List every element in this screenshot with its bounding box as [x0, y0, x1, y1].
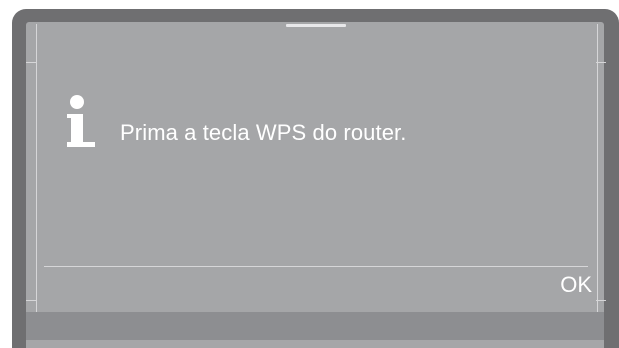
info-icon: [67, 95, 95, 147]
frame-tick: [26, 300, 36, 301]
dialog-separator: [44, 266, 588, 267]
scroll-indicator: [286, 24, 346, 27]
ok-button[interactable]: OK: [530, 268, 592, 302]
dialog-message: Prima a tecla WPS do router.: [120, 120, 407, 145]
frame-tick: [596, 62, 606, 63]
bottom-bar: [26, 312, 604, 340]
frame-tick: [596, 300, 606, 301]
frame-tick: [26, 62, 36, 63]
info-dialog: [36, 24, 598, 312]
